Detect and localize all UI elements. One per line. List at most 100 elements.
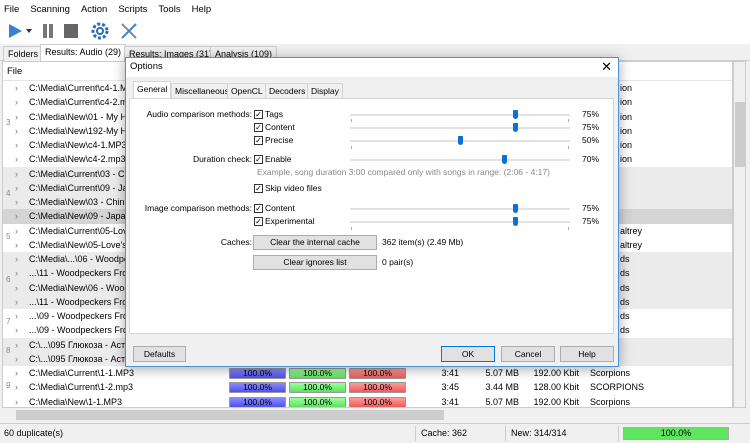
defaults-button[interactable]: Defaults — [133, 346, 186, 362]
expand-chevron-icon[interactable]: › — [15, 366, 18, 380]
expand-chevron-icon[interactable]: › — [15, 323, 18, 337]
clear-ignores-button[interactable]: Clear ignores list — [253, 255, 377, 270]
divider — [505, 426, 506, 441]
expand-chevron-icon[interactable]: › — [15, 238, 18, 252]
expand-chevron-icon[interactable]: › — [15, 281, 18, 295]
group-number: 8 — [6, 345, 11, 355]
ok-button[interactable]: OK — [441, 346, 495, 362]
tab-general[interactable]: General — [133, 81, 172, 99]
expand-chevron-icon[interactable]: › — [15, 252, 18, 266]
enable-duration-checkbox[interactable]: ✓ Enable — [254, 154, 291, 164]
start-scan-button[interactable] — [6, 21, 24, 41]
expand-chevron-icon[interactable]: › — [15, 266, 18, 280]
vertical-scrollbar[interactable] — [733, 61, 746, 408]
expand-chevron-icon[interactable]: › — [15, 152, 18, 166]
tab-miscellaneous[interactable]: Miscellaneous — [171, 83, 233, 98]
scan-dropdown-button[interactable] — [25, 21, 33, 41]
pause-button[interactable] — [40, 21, 56, 41]
expand-chevron-icon[interactable]: › — [15, 195, 18, 209]
table-row[interactable]: › C:\Media\Current\1-2.mp3 100.0% 100.0% 100… — [3, 380, 732, 394]
slider-thumb[interactable] — [458, 136, 463, 145]
tab-folders[interactable]: Folders — [3, 46, 44, 61]
slider-thumb[interactable] — [513, 204, 518, 213]
artist: Scorpions — [590, 368, 631, 378]
experimental-checkbox[interactable]: ✓ Experimental — [254, 216, 315, 226]
menu-action[interactable]: Action — [81, 4, 107, 15]
tab-opencl[interactable]: OpenCL — [227, 83, 267, 98]
image-content-slider[interactable] — [350, 204, 570, 214]
expand-chevron-icon[interactable]: › — [15, 338, 18, 352]
expand-chevron-icon[interactable]: › — [15, 167, 18, 181]
help-button[interactable]: Help — [560, 346, 614, 362]
menu-scripts[interactable]: Scripts — [118, 4, 147, 15]
table-row[interactable]: › C:\Media\Current\1-1.MP3 100.0% 100.0% 100… — [3, 366, 732, 380]
expand-chevron-icon[interactable]: › — [15, 138, 18, 152]
file-size: 3.44 MB — [485, 382, 519, 393]
experimental-slider[interactable] — [350, 217, 570, 227]
close-icon[interactable]: ✕ — [601, 59, 612, 75]
expand-chevron-icon[interactable]: › — [15, 181, 18, 195]
gear-icon — [91, 22, 109, 40]
duration-slider[interactable] — [350, 155, 570, 165]
scroll-thumb[interactable] — [16, 410, 444, 420]
menu-file[interactable]: File — [4, 4, 19, 15]
artist: ion — [620, 83, 633, 93]
stop-icon — [64, 24, 78, 38]
tab-results-audio[interactable]: Results: Audio (29) — [40, 44, 127, 62]
expand-chevron-icon[interactable]: › — [15, 380, 18, 394]
similarity-bar-red: 100.0% — [349, 396, 406, 407]
slider-thumb[interactable] — [513, 110, 518, 119]
menu-tools[interactable]: Tools — [158, 4, 180, 15]
expand-chevron-icon[interactable]: › — [15, 309, 18, 323]
expand-chevron-icon[interactable]: › — [15, 224, 18, 238]
slider-thumb[interactable] — [513, 123, 518, 132]
expand-chevron-icon[interactable]: › — [15, 110, 18, 124]
precise-checkbox[interactable]: ✓ Precise — [254, 135, 293, 145]
precise-percent: 50% — [582, 135, 600, 145]
content-slider[interactable] — [350, 123, 570, 133]
precise-slider[interactable] — [350, 136, 570, 146]
expand-chevron-icon[interactable]: › — [15, 209, 18, 223]
tags-checkbox[interactable]: ✓ Tags — [254, 109, 283, 119]
duration: 3:41 — [441, 396, 459, 407]
similarity-bar-blue: 100.0% — [229, 396, 286, 407]
content-checkbox[interactable]: ✓ Content — [254, 122, 295, 132]
stop-button[interactable] — [62, 21, 80, 41]
expand-chevron-icon[interactable]: › — [15, 352, 18, 366]
artist: ion — [620, 97, 633, 108]
menu-bar: File Scanning Action Scripts Tools Help — [0, 0, 750, 18]
artist: ion — [620, 125, 633, 136]
expand-chevron-icon[interactable]: › — [15, 95, 18, 109]
slider-thumb[interactable] — [513, 217, 518, 226]
table-row[interactable]: › C:\Media\New\1-1.MP3 100.0% 100.0% 100.0% 3… — [3, 395, 732, 408]
similarity-bar-green: 100.0% — [289, 382, 346, 394]
scroll-thumb[interactable] — [735, 102, 745, 167]
image-methods-label: Image comparison methods: — [144, 203, 252, 213]
image-content-checkbox[interactable]: ✓ Content — [254, 203, 295, 213]
file-path: C:\Media\Current\1-2.mp3 — [29, 382, 134, 393]
experimental-percent: 75% — [582, 216, 600, 226]
tab-display[interactable]: Display — [307, 83, 343, 98]
horizontal-scrollbar[interactable] — [2, 408, 733, 422]
tags-percent: 75% — [582, 109, 600, 119]
clear-cache-button[interactable]: Clear the internal cache — [253, 235, 377, 250]
tab-decoders[interactable]: Decoders — [265, 83, 310, 98]
tools-button[interactable] — [118, 21, 140, 41]
expand-chevron-icon[interactable]: › — [15, 395, 18, 408]
menu-help[interactable]: Help — [192, 4, 212, 15]
artist: ds — [620, 268, 630, 279]
artist: altrey — [620, 239, 643, 250]
slider-thumb[interactable] — [502, 155, 507, 164]
cancel-button[interactable]: Cancel — [501, 346, 555, 362]
options-button[interactable] — [90, 21, 110, 41]
wrench-screwdriver-icon — [121, 23, 137, 39]
slider-ticks — [351, 119, 569, 122]
file-size: 5.07 MB — [485, 368, 519, 378]
expand-chevron-icon[interactable]: › — [15, 295, 18, 309]
group-number: 4 — [6, 189, 11, 198]
artist: ds — [620, 311, 630, 321]
skip-video-checkbox[interactable]: ✓ Skip video files — [254, 183, 322, 193]
menu-scanning[interactable]: Scanning — [30, 4, 70, 15]
expand-chevron-icon[interactable]: › — [15, 124, 18, 138]
expand-chevron-icon[interactable]: › — [15, 81, 18, 95]
